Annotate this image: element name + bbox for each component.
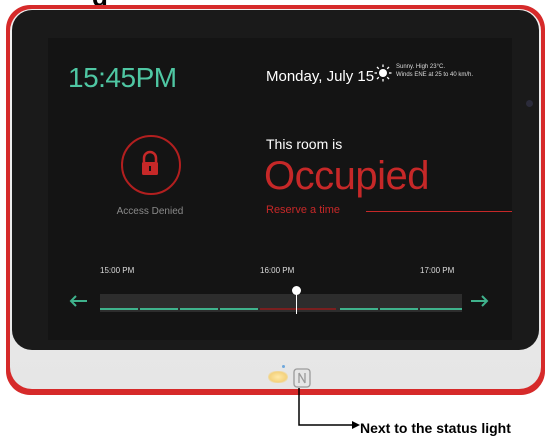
timeline-slot-free[interactable] — [340, 308, 378, 310]
access-denied-label: Access Denied — [116, 206, 184, 217]
arrow-right-icon[interactable] — [470, 294, 490, 308]
timeline-slot-occupied[interactable] — [260, 308, 336, 310]
current-time-handle[interactable] — [292, 286, 301, 295]
reserve-divider — [366, 211, 512, 212]
callout-arrow — [298, 388, 360, 429]
date: Monday, July 15 — [266, 68, 375, 85]
timeline-slot-free[interactable] — [380, 308, 418, 310]
sensor-dot — [282, 365, 285, 368]
reserve-time-link[interactable]: Reserve a time — [266, 204, 340, 216]
timeline-tick: 17:00 PM — [420, 266, 455, 275]
arrow-left-icon[interactable] — [68, 294, 88, 308]
timeline-tick: 15:00 PM — [100, 266, 135, 275]
nfc-icon — [293, 368, 311, 388]
timeline-slot-free[interactable] — [180, 308, 218, 310]
booking-timeline[interactable] — [100, 294, 462, 312]
weather-line-1: Sunny. High 23°C. — [396, 64, 445, 70]
status-light — [268, 371, 288, 383]
timeline-tick: 16:00 PM — [260, 266, 295, 275]
room-display-screen: 15:45PM Monday, July 15 Sunny. High 23°C… — [48, 38, 512, 340]
camera-icon — [526, 100, 533, 107]
timeline-slot-free[interactable] — [420, 308, 462, 310]
clock: 15:45PM — [68, 62, 177, 93]
room-status: Occupied — [264, 154, 429, 198]
lock-icon — [142, 150, 158, 175]
timeline-slot-free[interactable] — [100, 308, 138, 310]
weather-forecast: Sunny. High 23°C. Winds ENE at 25 to 40 … — [396, 63, 512, 79]
room-status-prefix: This room is — [266, 136, 343, 152]
timeline-slot-free[interactable] — [140, 308, 178, 310]
callout-label: Next to the status light — [360, 420, 511, 436]
sun-icon — [374, 64, 392, 82]
timeline-slot-free[interactable] — [220, 308, 258, 310]
weather-line-2: Winds ENE at 25 to 40 km/h. — [396, 72, 474, 78]
